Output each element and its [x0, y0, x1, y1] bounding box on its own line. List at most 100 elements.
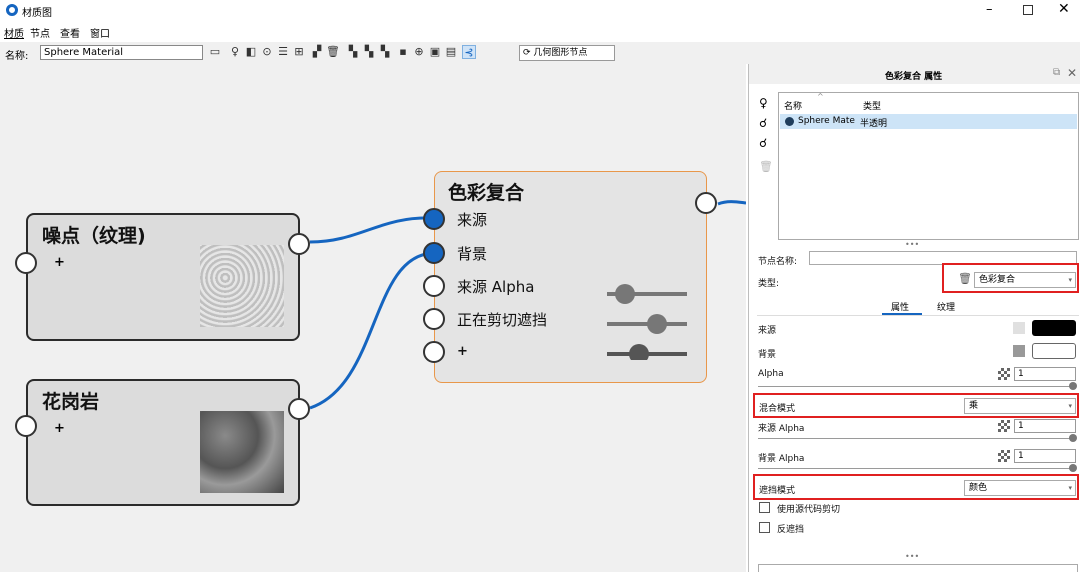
bg-alpha-map-icon[interactable] — [998, 450, 1010, 462]
source-alpha-value-input[interactable]: 1 — [1014, 419, 1076, 433]
maximize-icon[interactable] — [1023, 5, 1033, 15]
properties-panel: 色彩复合 属性 ⧉ ✕ ♀ ☌ ☌ 🗑 名称 ^ 类型 Sphere Mate … — [748, 64, 1080, 572]
noise-texture-preview — [200, 245, 284, 327]
save-icon[interactable]: ▭ — [208, 45, 222, 59]
granite-input-socket[interactable] — [15, 415, 37, 437]
pin-background-socket[interactable] — [423, 242, 445, 264]
delete-icon[interactable]: 🗑 — [326, 45, 340, 59]
col-type-header[interactable]: 类型 — [863, 99, 881, 112]
close-icon[interactable]: ✕ — [1058, 1, 1070, 17]
node-canvas[interactable]: 噪点（纹理) + 花岗岩 + 色彩复合 来源 背景 来源 Alpha 正在剪切遮… — [0, 64, 746, 572]
source-alpha-map-icon[interactable] — [998, 420, 1010, 432]
splitter-handle-bottom[interactable]: ••• — [905, 552, 919, 561]
menu-node[interactable]: 节点 — [30, 25, 50, 40]
align-icon[interactable]: ▪ — [396, 45, 410, 59]
alpha-slider-knob[interactable] — [1069, 382, 1077, 390]
type-label: 类型: — [758, 279, 780, 289]
granite-output-socket[interactable] — [288, 398, 310, 420]
pin-source-label: 来源 — [457, 211, 488, 229]
sort-icon: ^ — [817, 92, 824, 101]
pin-background-label: 背景 — [457, 245, 488, 263]
bg-alpha-slider-knob[interactable] — [1069, 464, 1077, 472]
granite-node[interactable]: 花岗岩 + — [26, 379, 300, 506]
color-blend-node[interactable]: 色彩复合 来源 背景 来源 Alpha 正在剪切遮挡 + — [434, 171, 707, 383]
assign-icon[interactable]: ▞ — [310, 45, 324, 59]
pin-source-alpha-label: 来源 Alpha — [457, 278, 535, 296]
pin-clip-occlusion-socket[interactable] — [423, 308, 445, 330]
type-dropdown-value: 色彩复合 — [979, 275, 1016, 285]
tab-properties[interactable]: 属性 — [891, 300, 909, 313]
lookup-icon[interactable]: ♀ — [228, 45, 242, 59]
layout-icon[interactable]: ▚ — [346, 45, 360, 59]
source-map-icon[interactable] — [1013, 322, 1025, 334]
bg-alpha-slider-track[interactable] — [758, 468, 1074, 469]
material-row-name: Sphere Mate — [798, 116, 855, 126]
noise-add-input[interactable]: + — [54, 255, 65, 270]
detach-material-icon[interactable]: ☌ — [759, 136, 767, 150]
type-dropdown[interactable]: 色彩复合 ▾ — [974, 272, 1076, 288]
material-row[interactable]: Sphere Mate 半透明 — [780, 114, 1077, 129]
material-sphere-icon — [785, 117, 794, 126]
invert-occlusion-checkbox[interactable] — [759, 522, 770, 533]
granite-add-input[interactable]: + — [54, 421, 65, 436]
render-icon[interactable]: ◧ — [244, 45, 258, 59]
sliders-icon[interactable]: ☰ — [276, 45, 290, 59]
type-trash-icon[interactable]: 🗑 — [958, 272, 972, 285]
source-alpha-slider-track[interactable] — [758, 438, 1074, 439]
title-bar: 材质图 – ✕ — [0, 0, 1080, 22]
menu-view[interactable]: 查看 — [60, 25, 80, 40]
lookup-material-icon[interactable]: ♀ — [759, 96, 768, 110]
background-color-swatch[interactable] — [1032, 343, 1076, 359]
material-list[interactable]: 名称 ^ 类型 Sphere Mate 半透明 — [778, 92, 1079, 240]
connect-icon[interactable]: ⊰ — [462, 45, 476, 59]
layout-sel-icon[interactable]: ▚ — [378, 45, 392, 59]
alpha-value-input[interactable]: 1 — [1014, 367, 1076, 381]
menu-bar: 材质 节点 查看 窗口 — [0, 22, 1080, 40]
panel-title: 色彩复合 属性 — [885, 72, 943, 82]
pin-add-socket[interactable] — [423, 341, 445, 363]
use-source-clip-checkbox[interactable] — [759, 502, 770, 513]
minimize-icon[interactable]: – — [986, 2, 993, 17]
alpha-map-icon[interactable] — [998, 368, 1010, 380]
col-name-header[interactable]: 名称 — [784, 99, 802, 112]
granite-node-title: 花岗岩 — [42, 391, 100, 413]
bg-alpha-value-input[interactable]: 1 — [1014, 449, 1076, 463]
menu-material[interactable]: 材质 — [4, 25, 24, 40]
occlusion-mode-value: 颜色 — [969, 483, 988, 493]
zoom-100-icon[interactable]: ▤ — [444, 45, 458, 59]
assign-material-icon[interactable]: ☌ — [759, 116, 767, 130]
window-title: 材质图 — [22, 8, 52, 19]
fit-icon[interactable]: ▣ — [428, 45, 442, 59]
center-icon[interactable]: ⊕ — [412, 45, 426, 59]
pin-source-socket[interactable] — [423, 208, 445, 230]
geometry-node-label: 几何图形节点 — [533, 48, 588, 58]
mesh-icon[interactable]: ⊞ — [292, 45, 306, 59]
pin-source-alpha-socket[interactable] — [423, 275, 445, 297]
name-label: 名称: — [5, 51, 29, 62]
blend-mode-dropdown[interactable]: 乘 ▾ — [964, 398, 1076, 414]
blend-output-socket[interactable] — [695, 192, 717, 214]
target-icon[interactable]: ⊙ — [260, 45, 274, 59]
menu-window[interactable]: 窗口 — [90, 25, 110, 40]
delete-material-icon[interactable]: 🗑 — [759, 160, 773, 173]
use-source-clip-label: 使用源代码剪切 — [777, 505, 841, 515]
noise-node[interactable]: 噪点（纹理) + — [26, 213, 300, 341]
material-name-input[interactable]: Sphere Material — [40, 45, 203, 60]
bottom-list[interactable] — [758, 564, 1078, 572]
noise-input-socket[interactable] — [15, 252, 37, 274]
source-alpha-slider-knob[interactable] — [1069, 434, 1077, 442]
close-panel-icon[interactable]: ✕ — [1067, 66, 1077, 80]
noise-output-socket[interactable] — [288, 233, 310, 255]
pin-add-label[interactable]: + — [457, 344, 468, 359]
background-map-icon[interactable] — [1013, 345, 1025, 357]
source-color-swatch[interactable] — [1032, 320, 1076, 336]
undock-icon[interactable]: ⧉ — [1053, 67, 1060, 78]
tab-texture[interactable]: 纹理 — [937, 300, 955, 313]
app-icon — [6, 4, 18, 16]
splitter-handle-top[interactable]: ••• — [905, 240, 919, 249]
invert-occlusion-label: 反遮挡 — [777, 525, 805, 535]
layout-all-icon[interactable]: ▚ — [362, 45, 376, 59]
occlusion-mode-dropdown[interactable]: 颜色 ▾ — [964, 480, 1076, 496]
alpha-slider-track[interactable] — [758, 386, 1074, 387]
geometry-node-button[interactable]: ⟳ 几何图形节点 — [519, 45, 615, 61]
